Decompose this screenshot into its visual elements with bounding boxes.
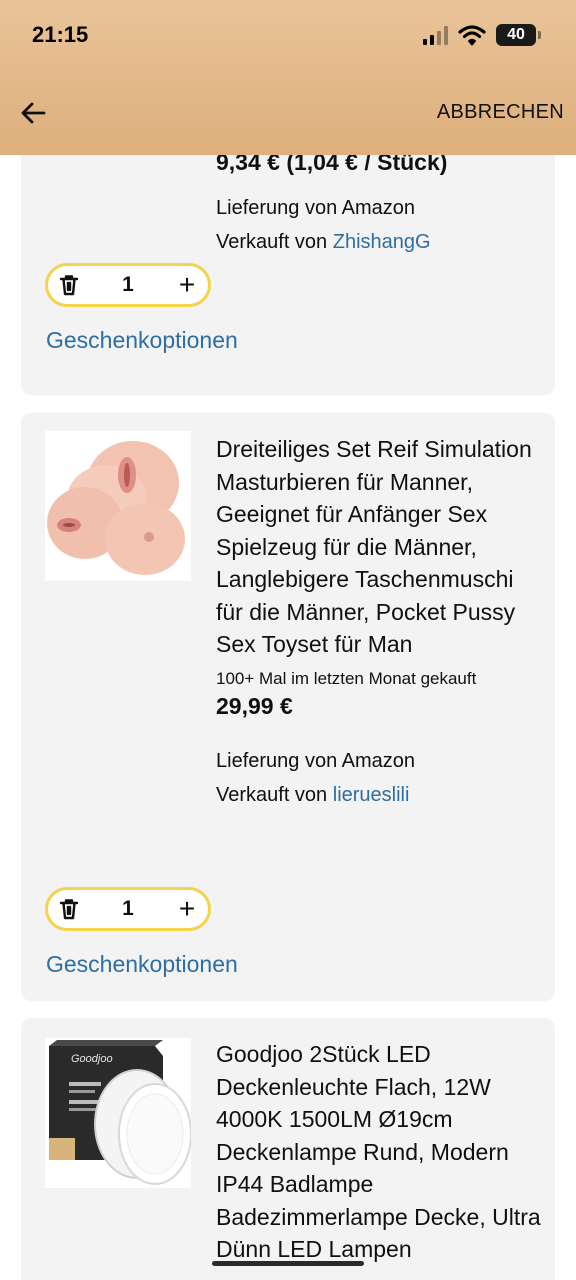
delete-item-button[interactable] [58, 274, 80, 296]
sold-by-label: Verkauft von [216, 783, 328, 806]
cancel-button[interactable]: ABBRECHEN [437, 101, 564, 124]
seller-info: Verkauft von ZhishangG [216, 225, 541, 259]
quantity-stepper[interactable]: 1 + [45, 887, 211, 931]
product-title[interactable]: Dreiteiliges Set Reif Simulation Masturb… [216, 433, 541, 661]
plus-icon[interactable]: + [176, 271, 198, 299]
app-header: 21:15 40 ABBRECHEN [0, 0, 576, 155]
gift-options-link[interactable]: Geschenkoptionen [46, 327, 238, 354]
item-price: 29,99 € [216, 692, 293, 719]
cart-item: Dreiteiliges Set Reif Simulation Masturb… [21, 413, 555, 1001]
seller-link[interactable]: ZhishangG [333, 231, 431, 253]
gift-options-link[interactable]: Geschenkoptionen [46, 951, 238, 978]
quantity-value: 1 [122, 897, 134, 920]
purchase-count: 100+ Mal im letzten Monat gekauft [216, 668, 477, 688]
product-image[interactable]: Goodjoo [45, 1038, 192, 1188]
trash-icon [59, 275, 79, 296]
trash-icon [59, 899, 79, 920]
sold-by-label: Verkauft von [216, 231, 328, 253]
box-brand: Goodjoo [71, 1053, 113, 1065]
delete-item-button[interactable] [58, 898, 80, 920]
product-photo: Goodjoo [45, 1038, 192, 1188]
home-indicator[interactable] [212, 1261, 364, 1266]
battery-level: 40 [507, 26, 525, 43]
back-button[interactable] [18, 96, 48, 130]
seller-link[interactable]: lierueslili [333, 784, 410, 806]
item-price: 9,34 € (1,04 € / Stück) [216, 155, 448, 175]
signal-icon [423, 25, 448, 45]
back-arrow-icon [21, 102, 46, 124]
plus-icon[interactable]: + [176, 895, 198, 923]
product-title[interactable]: Goodjoo 2Stück LED Deckenleuchte Flach, … [216, 1038, 541, 1266]
wifi-icon [458, 25, 486, 46]
status-time: 21:15 [32, 22, 89, 47]
delivery-info: Lieferung von Amazon [216, 197, 416, 219]
quantity-stepper[interactable]: 1 + [45, 263, 211, 307]
quantity-value: 1 [122, 273, 134, 296]
cart-list[interactable]: 9,34 € (1,04 € / Stück) Lieferung von Am… [0, 155, 576, 1280]
cart-item: Goodjoo Goodjoo 2Stück LED Deckenleuchte… [21, 1018, 555, 1280]
battery-icon: 40 [496, 24, 541, 46]
status-icons: 40 [423, 22, 541, 48]
product-photo [45, 431, 191, 581]
product-image[interactable] [45, 431, 191, 581]
seller-info: Verkauft von lierueslili [216, 778, 541, 812]
cart-item: 9,34 € (1,04 € / Stück) Lieferung von Am… [21, 155, 555, 395]
delivery-info: Lieferung von Amazon [216, 749, 416, 772]
